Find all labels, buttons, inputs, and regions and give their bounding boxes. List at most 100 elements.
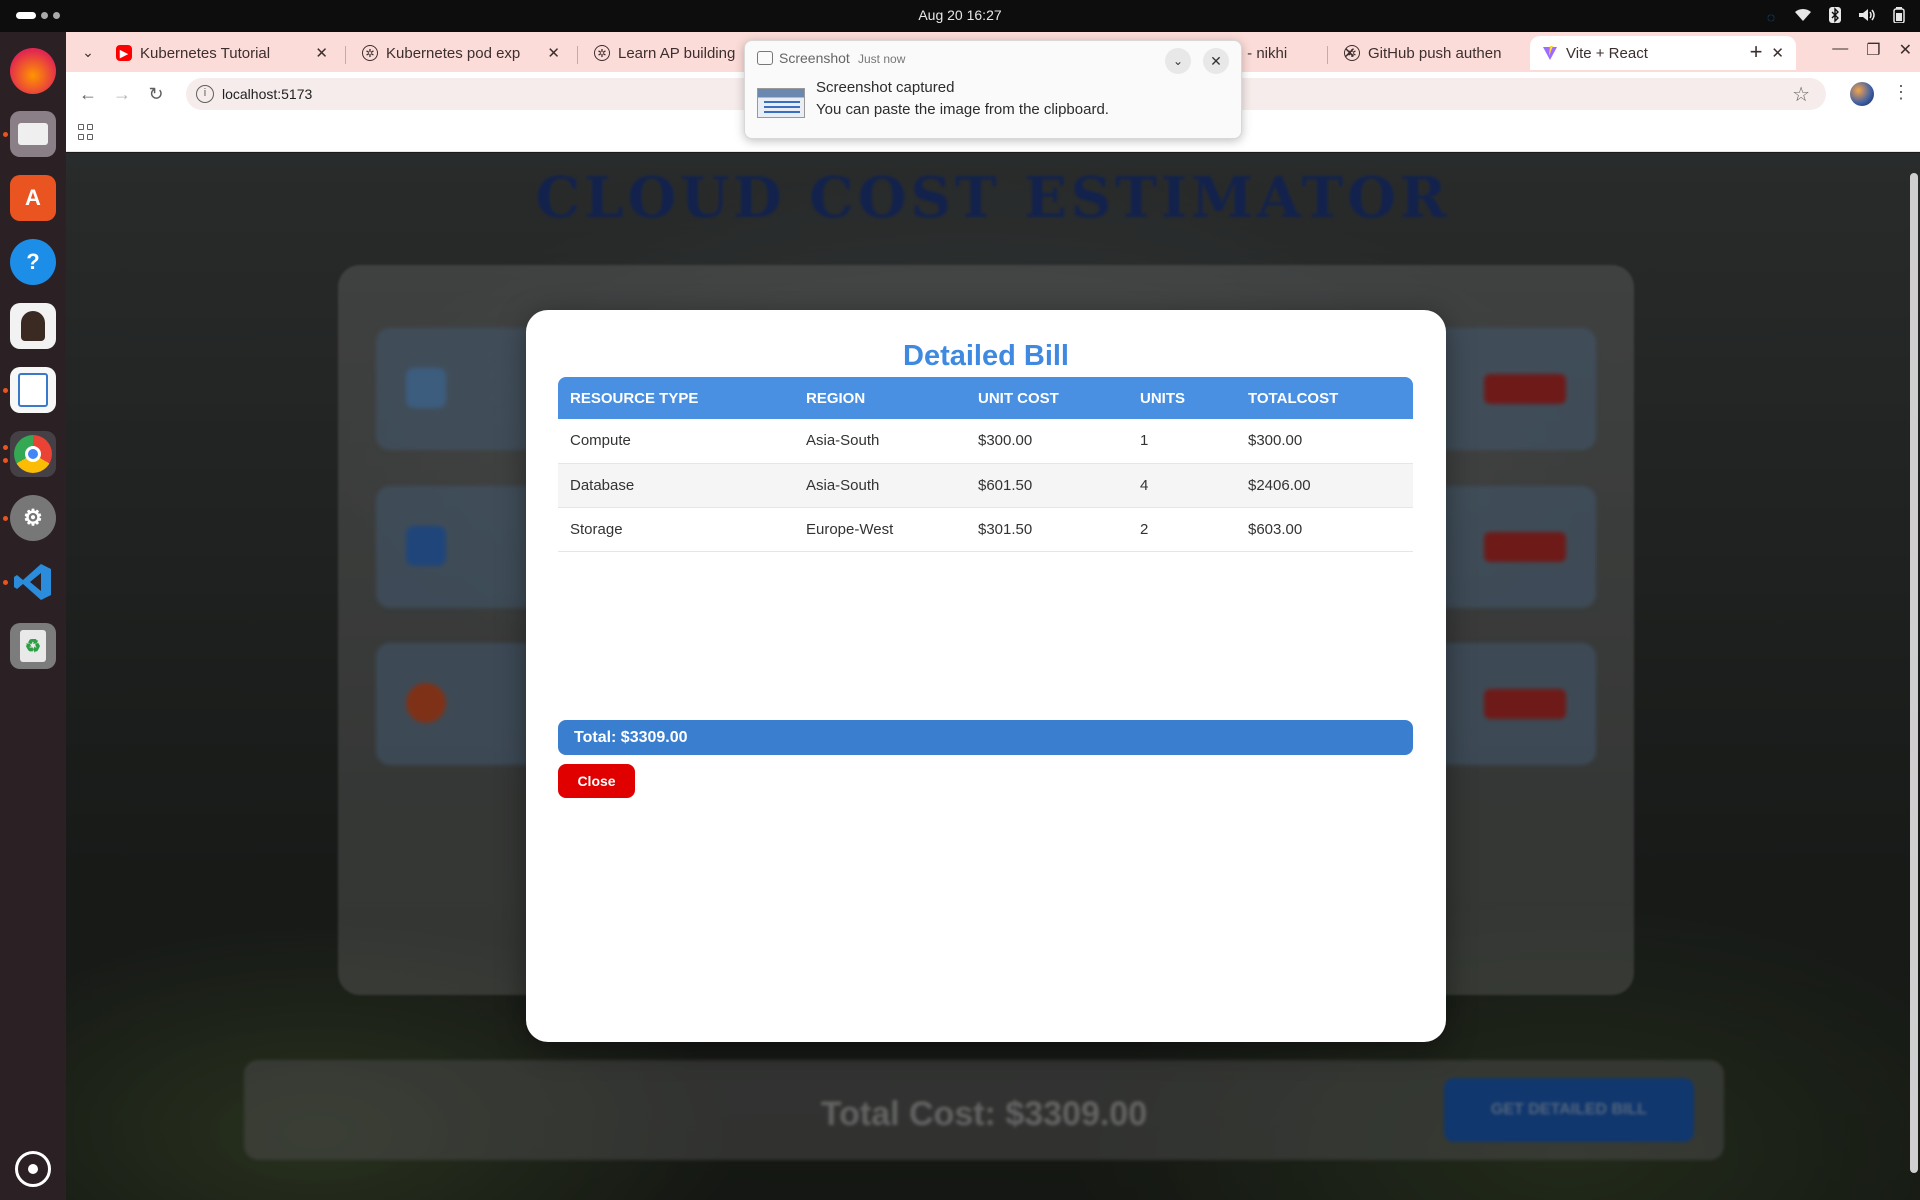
app-center-icon[interactable]: A (10, 175, 56, 221)
cell-resource: Database (558, 463, 794, 508)
running-indicator (3, 388, 8, 393)
cell-total: $300.00 (1236, 419, 1413, 464)
browser-menu-icon[interactable]: ⋮ (1892, 82, 1910, 103)
url-text[interactable]: localhost:5173 (222, 86, 312, 102)
tab-separator (345, 46, 346, 64)
vite-icon (1542, 45, 1558, 61)
tab-label: ) - nikhi (1238, 44, 1288, 62)
modal-title: Detailed Bill (903, 340, 1069, 372)
running-indicator (3, 580, 8, 585)
app-icon[interactable] (10, 303, 56, 349)
settings-icon[interactable]: ⚙ (10, 495, 56, 541)
screenshot-app-icon (757, 51, 773, 65)
table-row: Database Asia-South $601.50 4 $2406.00 (558, 463, 1413, 508)
system-tray[interactable]: ◌ (1762, 7, 1908, 26)
profile-avatar[interactable] (1850, 82, 1874, 106)
chatgpt-icon: ✲ (362, 45, 378, 61)
column-header: REGION (794, 377, 966, 419)
chevron-down-icon[interactable]: ⌄ (1165, 48, 1191, 74)
close-window-icon[interactable]: ✕ (1899, 40, 1912, 60)
tab-search-icon[interactable]: ⌄ (76, 40, 100, 64)
cell-unit-cost: $301.50 (966, 507, 1128, 552)
show-apps-dot (28, 1164, 38, 1174)
running-indicator (3, 445, 8, 450)
clock[interactable]: Aug 20 16:27 (0, 7, 1920, 23)
chrome-center (25, 446, 41, 462)
cell-region: Asia-South (794, 419, 966, 464)
volume-icon (1858, 8, 1876, 25)
column-header: TOTALCOST (1236, 377, 1413, 419)
maximize-icon[interactable]: ❐ (1866, 40, 1880, 60)
folder-shape (18, 123, 48, 145)
bill-total: Total: $3309.00 (558, 720, 1413, 755)
bluetooth-icon (1826, 7, 1844, 26)
tab-separator (1327, 46, 1328, 64)
close-icon[interactable]: ✕ (1203, 48, 1229, 74)
notification-title: Screenshot captured (816, 79, 955, 96)
column-header: RESOURCE TYPE (558, 377, 794, 419)
new-tab-button[interactable]: + (1742, 38, 1770, 66)
vscode-icon[interactable] (10, 559, 56, 605)
apps-grid-icon[interactable] (78, 124, 94, 140)
cell-units: 4 (1128, 463, 1236, 508)
site-info-icon[interactable]: i (196, 85, 214, 103)
youtube-icon: ▶ (116, 45, 132, 61)
tab-kubernetes-tutorial[interactable]: ▶ Kubernetes Tutorial ✕ (104, 36, 340, 70)
recycle-glyph: ♻ (20, 630, 46, 662)
battery-icon (1890, 7, 1908, 26)
notification-body: You can paste the image from the clipboa… (816, 101, 1109, 118)
screenshot-thumbnail (757, 88, 805, 118)
tab-close-icon[interactable]: ✕ (547, 44, 560, 62)
cell-units: 2 (1128, 507, 1236, 552)
close-button[interactable]: Close (558, 764, 635, 798)
cell-region: Asia-South (794, 463, 966, 508)
cell-unit-cost: $601.50 (966, 463, 1128, 508)
cell-region: Europe-West (794, 507, 966, 552)
files-icon[interactable] (10, 111, 56, 157)
column-header: UNIT COST (966, 377, 1128, 419)
tab-kubernetes-pod[interactable]: ✲ Kubernetes pod exp ✕ (350, 36, 572, 70)
chrome-icon[interactable] (10, 431, 56, 477)
cell-unit-cost: $300.00 (966, 419, 1128, 464)
tab-close-icon[interactable]: ✕ (315, 44, 328, 62)
forward-icon[interactable]: → (110, 82, 134, 106)
chatgpt-icon: ✲ (594, 45, 610, 61)
editor-page (18, 373, 48, 407)
app-glyph (21, 311, 45, 341)
help-icon[interactable]: ? (10, 239, 56, 285)
minimize-icon[interactable]: — (1832, 40, 1848, 60)
window-controls: — ❐ ✕ (1832, 40, 1912, 60)
bookmark-star-icon[interactable]: ☆ (1792, 82, 1810, 107)
reload-icon[interactable]: ↻ (144, 82, 168, 106)
running-indicator (3, 458, 8, 463)
detailed-bill-modal: Detailed Bill RESOURCE TYPE REGION UNIT … (526, 310, 1446, 1042)
system-top-bar: Aug 20 16:27 ◌ (0, 0, 1920, 32)
cell-resource: Storage (558, 507, 794, 552)
firefox-icon[interactable] (10, 48, 56, 94)
page-scrollbar[interactable] (1910, 173, 1918, 1173)
cell-total: $2406.00 (1236, 463, 1413, 508)
running-indicator (3, 516, 8, 521)
chrome-ring (14, 435, 52, 473)
bill-table: RESOURCE TYPE REGION UNIT COST UNITS TOT… (558, 377, 1413, 552)
screenshot-notification[interactable]: Screenshot Just now ⌄ ✕ Screenshot captu… (744, 40, 1242, 139)
tab-separator (577, 46, 578, 64)
tab-close-icon[interactable]: ✕ (1771, 44, 1784, 62)
wifi-icon (1794, 8, 1812, 25)
running-indicator (3, 132, 8, 137)
back-icon[interactable]: ← (76, 82, 100, 106)
trash-icon[interactable]: ♻ (10, 623, 56, 669)
tab-label: GitHub push authen (1368, 44, 1502, 62)
chatgpt-icon: ✲ (1344, 45, 1360, 61)
notification-app-name: Screenshot (779, 50, 850, 66)
tab-label: Kubernetes pod exp (386, 44, 521, 62)
show-apps-icon[interactable] (15, 1151, 51, 1187)
table-row: Storage Europe-West $301.50 2 $603.00 (558, 507, 1413, 552)
column-header: UNITS (1128, 377, 1236, 419)
table-row: Compute Asia-South $300.00 1 $300.00 (558, 419, 1413, 464)
text-editor-icon[interactable] (10, 367, 56, 413)
notification-time: Just now (858, 52, 906, 66)
dock: A ? ⚙ ♻ (0, 32, 66, 1200)
cell-units: 1 (1128, 419, 1236, 464)
cell-resource: Compute (558, 419, 794, 464)
